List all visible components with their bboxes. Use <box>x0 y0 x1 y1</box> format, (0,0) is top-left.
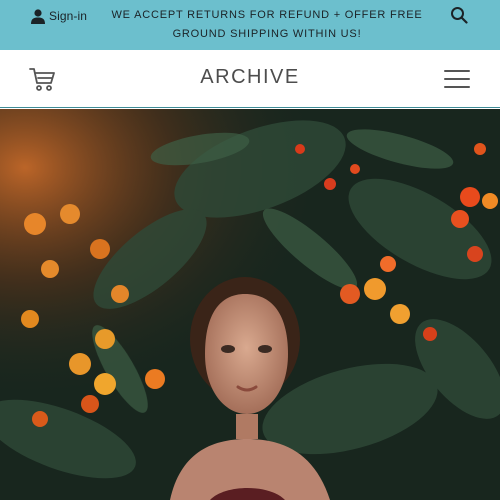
hero-photo <box>0 109 500 500</box>
site-logo[interactable]: ARCHIVE <box>150 66 350 89</box>
sign-in-label: Sign-in <box>49 9 88 23</box>
cart-icon[interactable] <box>28 65 56 93</box>
announcement-text: WE ACCEPT RETURNS FOR REFUND + OFFER FRE… <box>111 9 423 40</box>
sign-in-link[interactable]: Sign-in <box>30 6 87 26</box>
search-icon[interactable] <box>450 6 468 24</box>
hamburger-menu-icon[interactable] <box>444 68 472 90</box>
user-icon <box>30 8 46 24</box>
announcement-bar: Sign-in WE ACCEPT RETURNS FOR REFUND + O… <box>0 0 500 50</box>
site-header: ARCHIVE <box>0 50 500 108</box>
